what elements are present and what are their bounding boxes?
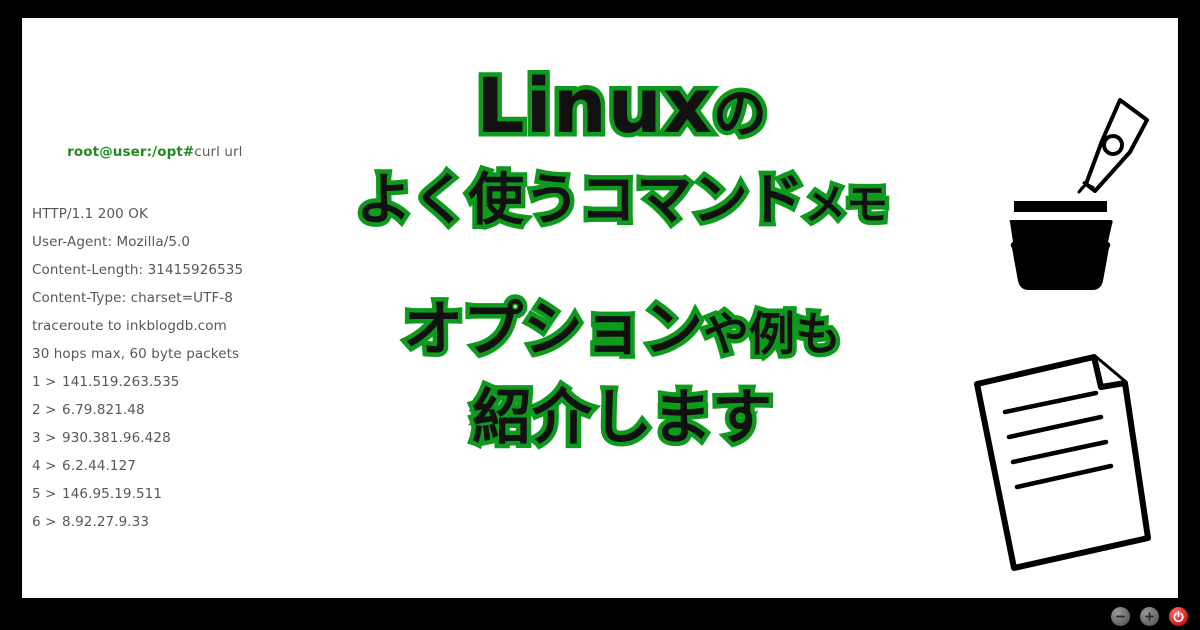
zoom-out-button[interactable] [1111,607,1130,626]
inkpot-icon [1009,201,1113,290]
content-canvas: root@user:/opt#curl url HTTP/1.1 200 OK … [22,18,1178,598]
hop-index: 1 > [32,374,57,390]
hop-address: 930.381.96.428 [62,430,171,446]
hop-address: 8.92.27.9.33 [62,514,150,530]
terminal-prompt-line: root@user:/opt#curl url [32,110,332,194]
power-button[interactable] [1169,607,1188,626]
hop-address: 6.79.821.48 [62,402,145,418]
headline-line-1: Linuxの [322,57,922,162]
terminal-line: traceroute to inkblogdb.com [32,318,227,334]
headline-line-3: オプションや例も [322,288,922,376]
minus-icon [1116,615,1125,618]
terminal-output: root@user:/opt#curl url HTTP/1.1 200 OK … [32,110,332,536]
traceroute-hop-row: 4 > 6.2.44.127 [32,452,332,480]
terminal-line: Content-Type: charset=UTF-8 [32,290,233,306]
window-frame: root@user:/opt#curl url HTTP/1.1 200 OK … [0,0,1200,630]
hop-index: 3 > [32,430,57,446]
traceroute-hop-row: 3 > 930.381.96.428 [32,424,332,452]
terminal-command: curl url [194,144,243,160]
hop-address: 146.95.19.511 [62,486,163,502]
hop-index: 2 > [32,402,57,418]
bottom-bar-controls [1111,607,1188,626]
traceroute-hop-row: 1 > 141.519.263.535 [32,368,332,396]
headline-line-2-a: よく使う [351,164,584,238]
hop-index: 5 > [32,486,57,502]
terminal-line: 30 hops max, 60 byte packets [32,346,240,362]
headline-line-1-suffix: の [708,78,771,150]
headline-line-1-main: Linux [472,57,717,155]
headline-line-3-a: オプション [399,291,708,370]
terminal-line: Content-Length: 31415926535 [32,262,244,278]
terminal-line: HTTP/1.1 200 OK [32,206,148,222]
hop-address: 6.2.44.127 [62,458,136,474]
headline-line-2: よく使うコマンドメモ [322,162,922,244]
power-icon [1173,610,1184,623]
hop-address: 141.519.263.535 [62,374,180,390]
zoom-in-button[interactable] [1140,607,1159,626]
headline-line-4: 紹介します [468,379,777,458]
headline-line-3-b: や例も [699,303,846,366]
headline: Linuxの よく使うコマンドメモ オプションや例も 紹介します [322,57,922,460]
plus-icon [1145,612,1154,621]
traceroute-hop-row: 2 > 6.79.821.48 [32,396,332,424]
hop-index: 4 > [32,458,57,474]
headline-line-2-c: メモ [799,176,892,234]
document-with-folded-corner-icon [974,354,1151,571]
terminal-line: User-Agent: Mozilla/5.0 [32,234,191,250]
pen-nib-and-inkpot-icon [1009,98,1149,290]
traceroute-hop-row: 6 > 8.92.27.9.33 [32,508,332,536]
pen-nib-icon [1077,98,1149,194]
headline-line-2-b: コマンド [575,164,808,238]
hop-index: 6 > [32,514,57,530]
document-outline [974,354,1151,571]
traceroute-hop-row: 5 > 146.95.19.511 [32,480,332,508]
terminal-prompt: root@user:/opt# [67,144,195,160]
